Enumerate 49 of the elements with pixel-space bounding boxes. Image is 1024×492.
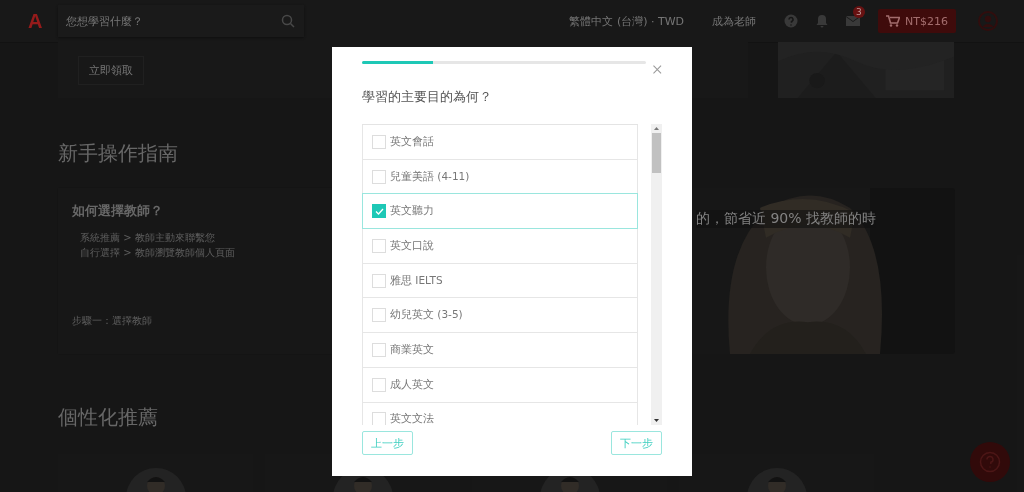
card-title: 如何選擇教師？ — [72, 202, 163, 220]
become-teacher-link[interactable]: 成為老師 — [712, 13, 757, 29]
search-field[interactable]: 您想學習什麼？ — [58, 5, 304, 37]
option-row[interactable]: 雅思 IELTS — [362, 263, 639, 299]
option-label: 幼兒英文 (3-5) — [390, 308, 463, 323]
envelope-icon[interactable] — [846, 15, 861, 27]
section-heading: 個性化推薦 — [58, 404, 158, 430]
language-link[interactable]: 繁體中文 (台灣) · TWD — [569, 13, 685, 29]
option-row[interactable]: 商業英文 — [362, 333, 639, 368]
checkbox[interactable] — [372, 204, 386, 219]
scrollbar-thumb[interactable] — [652, 133, 662, 173]
checkbox[interactable] — [372, 377, 386, 392]
scroll-up-icon[interactable] — [654, 127, 660, 130]
checkbox[interactable] — [372, 169, 386, 184]
help-button[interactable] — [970, 442, 1010, 482]
section-heading: 新手操作指南 — [58, 140, 178, 166]
option-label: 英文文法 — [390, 412, 434, 425]
help-icon[interactable] — [784, 14, 799, 28]
option-row[interactable]: 兒童美語 (4-11) — [362, 159, 639, 195]
option-label: 商業英文 — [390, 342, 434, 357]
option-row[interactable]: 英文會話 — [362, 125, 639, 160]
cart-icon — [886, 15, 901, 27]
checkbox[interactable] — [372, 412, 386, 425]
checkbox[interactable] — [372, 342, 386, 357]
user-avatar-icon[interactable] — [978, 11, 998, 31]
option-row[interactable]: 成人英文 — [362, 367, 639, 403]
option-row[interactable]: 英文聽力 — [362, 193, 639, 230]
message-count-badge: 3 — [853, 6, 865, 18]
bell-icon[interactable] — [816, 14, 829, 28]
close-icon[interactable] — [653, 65, 662, 74]
checkbox[interactable] — [372, 308, 386, 323]
cart-button[interactable]: NT$216 — [878, 9, 956, 33]
dialog-title: 學習的主要目的為何？ — [362, 88, 493, 106]
checkbox[interactable] — [372, 238, 386, 253]
option-row[interactable]: 幼兒英文 (3-5) — [362, 298, 639, 334]
option-row[interactable]: 英文口說 — [362, 229, 639, 264]
checkbox[interactable] — [372, 273, 386, 288]
help-icon — [979, 451, 1001, 473]
option-label: 成人英文 — [390, 377, 434, 392]
option-label: 英文聽力 — [390, 204, 434, 219]
scrollbar-track[interactable] — [651, 124, 662, 425]
scroll-down-icon[interactable] — [654, 419, 660, 422]
option-label: 英文口說 — [390, 238, 434, 253]
search-icon — [281, 14, 295, 28]
option-label: 兒童美語 (4-11) — [390, 169, 470, 184]
claim-button[interactable]: 立即領取 — [78, 55, 144, 85]
option-label: 英文會話 — [390, 134, 434, 149]
option-label: 雅思 IELTS — [390, 273, 443, 288]
checkbox[interactable] — [372, 134, 386, 149]
